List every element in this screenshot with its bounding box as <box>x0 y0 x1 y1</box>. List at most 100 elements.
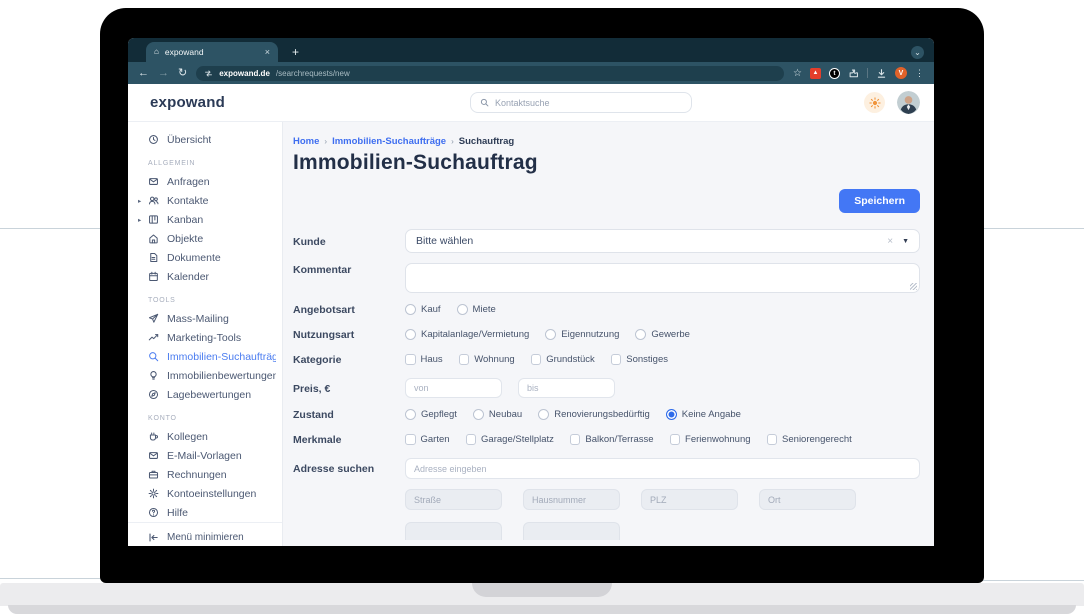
radio-option[interactable]: Kauf <box>405 304 441 315</box>
sidebar-item[interactable]: Mass-Mailing <box>128 309 282 328</box>
radio-option[interactable]: Eigennutzung <box>545 329 619 340</box>
checkbox-control[interactable] <box>610 354 622 365</box>
page: ⌂ expowand × + ⌄ ← → ↻ expowand.de/searc… <box>0 0 1084 614</box>
sidebar-item[interactable]: Anfragen <box>128 172 282 191</box>
menu-dots-icon[interactable]: ⋮ <box>915 68 924 79</box>
preis-bis-input[interactable] <box>518 378 615 398</box>
browser-profile-avatar[interactable]: V <box>895 67 907 79</box>
bookmark-star-icon[interactable]: ☆ <box>793 68 802 79</box>
contact-search-input[interactable] <box>495 97 682 108</box>
collapse-menu-button[interactable]: Menü minimieren <box>128 522 282 546</box>
pdf-extension-icon[interactable]: ▲ <box>810 67 821 79</box>
url-bar[interactable]: expowand.de/searchrequests/new <box>196 65 785 81</box>
browser-tab[interactable]: ⌂ expowand × <box>146 42 278 62</box>
sidebar-item[interactable]: Objekte <box>128 229 282 248</box>
checkbox-option[interactable]: Balkon/Terrasse <box>569 434 654 445</box>
checkbox-control[interactable] <box>405 434 416 445</box>
sidebar-item-uebersicht[interactable]: Übersicht <box>128 130 282 149</box>
save-button[interactable]: Speichern <box>839 189 920 213</box>
checkbox-option[interactable]: Seniorengerecht <box>766 434 852 445</box>
sidebar-item[interactable]: Kalender <box>128 267 282 286</box>
sidebar-item[interactable]: ▸ Kanban <box>128 210 282 229</box>
sidebar-item[interactable]: Rechnungen <box>128 465 282 484</box>
browser-actions: ☆ ▲ t V ⋮ <box>793 67 924 79</box>
radio-control[interactable] <box>545 329 557 340</box>
radio-control[interactable] <box>405 329 416 340</box>
close-icon[interactable]: × <box>265 47 270 57</box>
adresse-suchen-input[interactable] <box>405 458 920 479</box>
contact-search[interactable] <box>470 92 692 113</box>
checkbox-control[interactable] <box>669 434 681 445</box>
checkbox-control[interactable] <box>405 354 416 365</box>
field-label: Angebotsart <box>293 304 355 316</box>
option-label: Kauf <box>421 304 441 315</box>
sidebar-item[interactable]: ▸ Kontakte <box>128 191 282 210</box>
breadcrumb-link[interactable]: Immobilien-Suchaufträge <box>332 136 446 147</box>
back-icon[interactable]: ← <box>138 67 149 79</box>
radio-option[interactable]: Renovierungsbedürftig <box>538 409 650 420</box>
checkbox-option[interactable]: Haus <box>405 354 443 365</box>
sidebar-item[interactable]: Immobilienbewertungen <box>128 366 282 385</box>
sidebar-item[interactable]: E-Mail-Vorlagen <box>128 446 282 465</box>
address-field-disabled: Ort <box>759 489 856 510</box>
radio-option[interactable]: Kapitalanlage/Vermietung <box>405 329 529 340</box>
radio-control[interactable] <box>472 409 484 420</box>
clear-icon[interactable]: × <box>887 236 893 247</box>
breadcrumb-link[interactable]: Home <box>293 136 319 147</box>
sidebar-item-label: Kalender <box>167 270 210 283</box>
chevron-right-icon[interactable]: ▸ <box>138 197 141 205</box>
sidebar-item[interactable]: Lagebewertungen <box>128 385 282 404</box>
option-label: Gepflegt <box>421 409 457 420</box>
sidebar-item[interactable]: Hilfe <box>128 503 282 522</box>
checkbox-option[interactable]: Ferienwohnung <box>669 434 751 445</box>
checkbox-control[interactable] <box>458 354 470 365</box>
sidebar-item[interactable]: Marketing-Tools <box>128 328 282 347</box>
radio-control[interactable] <box>538 409 550 420</box>
radio-option[interactable]: Neubau <box>472 409 522 420</box>
theme-toggle-sun-icon[interactable] <box>864 92 885 113</box>
radio-option[interactable]: Miete <box>456 304 496 315</box>
radio-control[interactable] <box>456 304 468 315</box>
chevron-right-icon[interactable]: ▸ <box>138 216 141 224</box>
checkbox-option[interactable]: Sonstiges <box>610 354 668 365</box>
resize-grip-icon[interactable] <box>910 283 917 290</box>
radio-control[interactable] <box>635 329 647 340</box>
checkbox-control[interactable] <box>569 434 581 445</box>
checkbox-control[interactable] <box>530 354 542 365</box>
sidebar-item[interactable]: Kollegen <box>128 427 282 446</box>
breadcrumb-separator: › <box>324 137 328 146</box>
radio-control[interactable] <box>405 304 416 315</box>
radio-control[interactable] <box>665 409 677 420</box>
checkbox-option[interactable]: Grundstück <box>530 354 595 365</box>
checkbox-option[interactable]: Garten <box>405 434 450 445</box>
address-field-disabled <box>523 522 620 540</box>
forward-icon[interactable]: → <box>158 67 169 79</box>
sidebar-item[interactable]: Immobilien-Suchaufträge <box>128 347 282 366</box>
checkbox-option[interactable]: Garage/Stellplatz <box>465 434 554 445</box>
calendar-icon <box>149 271 158 282</box>
radio-option[interactable]: Keine Angabe <box>665 409 741 420</box>
extensions-puzzle-icon[interactable] <box>848 68 859 79</box>
reload-icon[interactable]: ↻ <box>178 67 187 79</box>
sidebar-item[interactable]: Kontoeinstellungen <box>128 484 282 503</box>
checkbox-control[interactable] <box>465 434 477 445</box>
download-icon[interactable] <box>876 68 887 79</box>
form-row: Nutzungsart Kapitalanlage/Vermietung Eigen… <box>293 328 920 341</box>
toolbar-divider <box>867 68 868 78</box>
kommentar-textarea[interactable] <box>405 263 920 293</box>
radio-option[interactable]: Gewerbe <box>635 329 690 340</box>
preis-von-input[interactable] <box>405 378 502 398</box>
tune-icon <box>205 70 213 76</box>
radio-control[interactable] <box>405 409 416 420</box>
tab-search-icon[interactable]: ⌄ <box>911 45 924 59</box>
new-tab-button[interactable]: + <box>292 45 299 59</box>
kunde-select[interactable]: Bitte wählen × ▼ <box>405 229 920 253</box>
checkbox-option[interactable]: Wohnung <box>458 354 515 365</box>
user-avatar[interactable] <box>897 91 920 114</box>
sidebar-item-label: Immobilien-Suchaufträge <box>167 350 276 363</box>
checkbox-control[interactable] <box>766 434 778 445</box>
dark-extension-icon[interactable]: t <box>829 67 840 79</box>
sidebar-item[interactable]: Dokumente <box>128 248 282 267</box>
radio-option[interactable]: Gepflegt <box>405 409 457 420</box>
app-logo[interactable]: expowand <box>150 94 298 111</box>
